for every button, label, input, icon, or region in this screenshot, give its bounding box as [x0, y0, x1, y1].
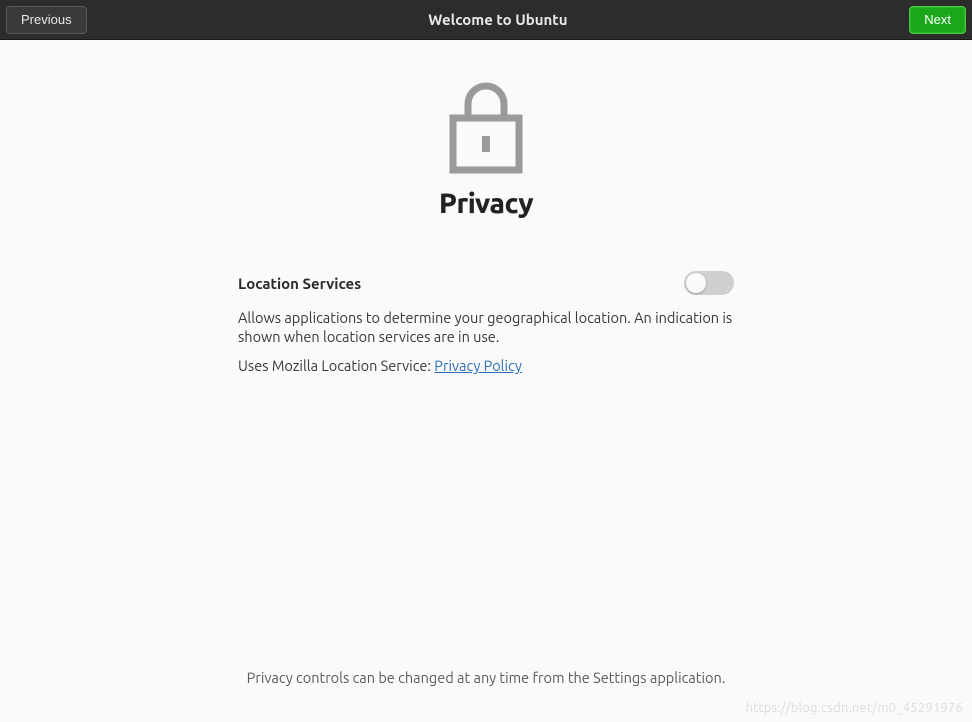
watermark-text: https://blog.csdn.net/m0_45291976 [745, 701, 963, 715]
header-bar: Previous Welcome to Ubuntu Next [0, 0, 972, 40]
privacy-policy-link[interactable]: Privacy Policy [434, 357, 522, 374]
lock-icon [448, 78, 524, 174]
location-services-row: Location Services [238, 271, 734, 295]
location-services-toggle[interactable] [684, 271, 734, 295]
next-button[interactable]: Next [909, 6, 966, 34]
location-services-description: Allows applications to determine your ge… [238, 309, 734, 347]
uses-prefix-text: Uses Mozilla Location Service: [238, 357, 434, 374]
footer-note: Privacy controls can be changed at any t… [1, 669, 971, 686]
toggle-knob [686, 273, 706, 293]
mozilla-service-note: Uses Mozilla Location Service: Privacy P… [238, 357, 734, 374]
location-services-section: Location Services Allows applications to… [238, 271, 734, 374]
window-title: Welcome to Ubuntu [428, 11, 567, 28]
page-title: Privacy [439, 188, 533, 219]
location-services-label: Location Services [238, 275, 361, 292]
previous-button[interactable]: Previous [6, 6, 87, 34]
content-area: Privacy Location Services Allows applica… [1, 40, 971, 720]
